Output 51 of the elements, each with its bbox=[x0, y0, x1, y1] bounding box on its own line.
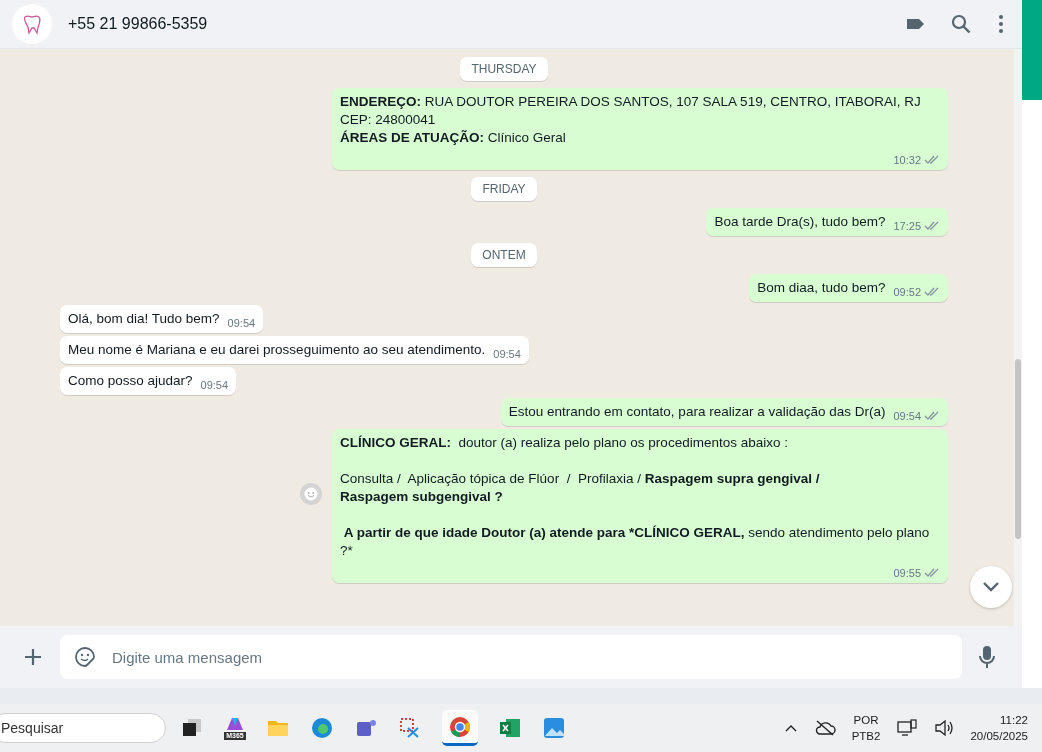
message-input[interactable]: Digite uma mensagem bbox=[110, 647, 948, 667]
message-text: Estou entrando em contato, para realizar a validação das Dr(a) bbox=[508, 403, 886, 421]
chevron-down-icon bbox=[982, 581, 1000, 593]
message-text: ENDEREÇO: RUA DOUTOR PEREIRA DOS SANTOS, 107 SALA 519, CENTRO, ITABORAI, RJ CEP: 24800041 ÁREAS DE ATUAÇÃO: Clínico Geral bbox=[340, 93, 921, 147]
system-clock[interactable]: 11:22 20/05/2025 bbox=[970, 712, 1028, 744]
message-text: Boa tarde Dra(s), tudo bem? bbox=[714, 213, 886, 231]
message-text: Meu nome é Mariana e eu darei prosseguimento ao seu atendimento. bbox=[68, 341, 486, 359]
date-separator: THURSDAY bbox=[460, 57, 548, 81]
double-check-icon bbox=[924, 287, 940, 297]
scrollbar[interactable] bbox=[1014, 49, 1022, 626]
message-text: Olá, bom dia! Tudo bem? bbox=[68, 310, 220, 328]
app-logo-icon bbox=[224, 716, 246, 732]
microphone-icon[interactable] bbox=[978, 645, 996, 669]
plus-icon[interactable] bbox=[22, 646, 44, 668]
taskbar-search-field[interactable]: Pesquisar bbox=[0, 713, 166, 743]
speaker-icon[interactable] bbox=[934, 719, 955, 737]
message-time: 09:54 bbox=[493, 347, 521, 362]
double-check-icon bbox=[924, 221, 940, 231]
browser-icon[interactable] bbox=[310, 716, 334, 740]
photos-icon[interactable] bbox=[542, 716, 566, 740]
message-time: 17:25 bbox=[893, 219, 921, 234]
message-time: 09:55 bbox=[893, 566, 921, 581]
tooth-icon bbox=[21, 13, 43, 35]
contact-name[interactable]: +55 21 99866-5359 bbox=[68, 15, 888, 33]
sticker-icon[interactable] bbox=[74, 646, 96, 668]
search-icon[interactable] bbox=[950, 13, 972, 35]
message-text: Bom diaa, tudo bem? bbox=[757, 279, 886, 297]
date-separator: ONTEM bbox=[471, 243, 537, 267]
message-time: 09:54 bbox=[200, 378, 229, 393]
scrollbar-thumb[interactable] bbox=[1015, 359, 1021, 539]
double-check-icon bbox=[924, 568, 940, 578]
keyboard-language-indicator[interactable]: POR PTB2 bbox=[851, 712, 881, 744]
double-check-icon bbox=[924, 411, 940, 421]
spreadsheet-icon[interactable] bbox=[498, 716, 522, 740]
contact-avatar[interactable] bbox=[12, 4, 52, 44]
message-text: Como posso ajudar? bbox=[68, 372, 193, 390]
chrome-icon bbox=[448, 714, 472, 739]
network-icon[interactable] bbox=[896, 719, 919, 737]
cloud-off-icon[interactable] bbox=[813, 719, 836, 737]
double-check-icon bbox=[924, 155, 940, 165]
message-time: 09:54 bbox=[227, 316, 256, 331]
message-time: 09:52 bbox=[893, 285, 921, 300]
date-separator: FRIDAY bbox=[471, 177, 537, 201]
scroll-down-button[interactable] bbox=[970, 566, 1012, 608]
chevron-up-icon[interactable] bbox=[783, 723, 798, 733]
message-time: 10:32 bbox=[893, 153, 921, 168]
message-field[interactable]: Digite uma mensagem bbox=[60, 635, 962, 679]
chrome-app-button[interactable] bbox=[442, 710, 478, 746]
message-time: 09:54 bbox=[893, 409, 921, 424]
menu-icon[interactable] bbox=[996, 13, 1006, 35]
message-text: CLÍNICO GERAL: doutor (a) realiza pelo plano os procedimentos abaixo : Consulta / Aplicação tópica de Flúor / Profilaxia / Raspagem supra gengival / Raspagem subgengival ? A partir de que idade Doutor (a) atende para *CLÍNICO GERAL, sendo atendimento pelo plano ?* bbox=[340, 434, 931, 560]
